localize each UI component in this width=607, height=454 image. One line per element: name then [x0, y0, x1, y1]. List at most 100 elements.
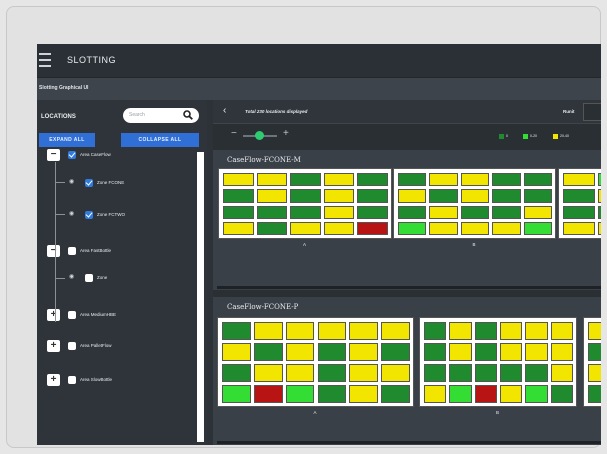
slot-location[interactable] [223, 189, 254, 203]
expand-icon[interactable]: + [47, 309, 60, 321]
slot-location[interactable] [429, 221, 458, 235]
back-chevron-icon[interactable]: ‹ [223, 105, 226, 116]
expand-icon[interactable]: + [47, 340, 60, 352]
slot-location[interactable] [256, 221, 288, 235]
slot-location[interactable] [588, 385, 601, 403]
slot-location[interactable] [588, 343, 601, 361]
slot-location[interactable] [357, 221, 388, 235]
slot-location[interactable] [290, 189, 321, 203]
slot-location[interactable] [323, 189, 355, 203]
slot-location[interactable] [492, 205, 521, 219]
slot-location[interactable] [424, 364, 447, 382]
slot-location[interactable] [525, 385, 548, 403]
tree-item[interactable]: − Area CaseFlow [37, 149, 197, 161]
slot-location[interactable] [357, 205, 388, 219]
slot-location[interactable] [492, 189, 521, 203]
slot-location[interactable] [523, 189, 552, 203]
slot-location[interactable] [550, 385, 573, 403]
slot-location[interactable] [357, 189, 388, 203]
slot-location[interactable] [222, 322, 251, 340]
slot-location[interactable] [550, 322, 573, 340]
slot-location[interactable] [449, 364, 472, 382]
slot-location[interactable] [290, 221, 321, 235]
slot-location[interactable] [525, 343, 548, 361]
slot-location[interactable] [460, 189, 490, 203]
slot-location[interactable] [285, 385, 315, 403]
slot-location[interactable] [290, 205, 321, 219]
slot-location[interactable] [357, 173, 388, 187]
tree-item[interactable]: + Area PalletFlow [37, 340, 197, 352]
slot-location[interactable] [563, 189, 595, 203]
slot-location[interactable] [317, 322, 347, 340]
slot-location[interactable] [500, 322, 523, 340]
slot-location[interactable] [349, 385, 379, 403]
slot-location[interactable] [323, 221, 355, 235]
slot-location[interactable] [525, 364, 548, 382]
slot-location[interactable] [424, 322, 447, 340]
slot-location[interactable] [563, 173, 595, 187]
slot-location[interactable] [253, 322, 283, 340]
slot-location[interactable] [597, 221, 601, 235]
collapse-icon[interactable]: − [47, 149, 60, 161]
checkbox[interactable] [68, 311, 76, 319]
collapse-icon[interactable]: − [47, 245, 60, 257]
slot-location[interactable] [474, 385, 497, 403]
slot-location[interactable] [223, 205, 254, 219]
slot-location[interactable] [500, 385, 523, 403]
slot-location[interactable] [429, 189, 458, 203]
slot-location[interactable] [223, 221, 254, 235]
slot-location[interactable] [381, 322, 410, 340]
slot-location[interactable] [222, 364, 251, 382]
slot-location[interactable] [597, 205, 601, 219]
slot-location[interactable] [317, 385, 347, 403]
slot-location[interactable] [256, 173, 288, 187]
slot-location[interactable] [253, 343, 283, 361]
tree-item[interactable]: ◉ Zone FCONE [37, 177, 197, 189]
slot-location[interactable] [424, 385, 447, 403]
slot-location[interactable] [398, 189, 427, 203]
slot-location[interactable] [597, 173, 601, 187]
slot-location[interactable] [424, 343, 447, 361]
slot-location[interactable] [317, 343, 347, 361]
slot-location[interactable] [381, 343, 410, 361]
slot-location[interactable] [290, 173, 321, 187]
checkbox[interactable] [68, 376, 76, 384]
slot-location[interactable] [317, 364, 347, 382]
slot-location[interactable] [381, 364, 410, 382]
checkbox[interactable] [85, 179, 93, 187]
slot-location[interactable] [256, 189, 288, 203]
checkbox[interactable] [68, 151, 76, 159]
slot-location[interactable] [222, 343, 251, 361]
slot-location[interactable] [523, 221, 552, 235]
slot-location[interactable] [449, 343, 472, 361]
slot-location[interactable] [349, 322, 379, 340]
slot-location[interactable] [398, 221, 427, 235]
slot-location[interactable] [500, 343, 523, 361]
zoom-in-icon[interactable]: + [283, 128, 289, 139]
eye-icon[interactable]: ◉ [69, 178, 79, 187]
checkbox[interactable] [68, 247, 76, 255]
slot-location[interactable] [474, 322, 497, 340]
slot-location[interactable] [381, 385, 410, 403]
slot-location[interactable] [523, 173, 552, 187]
slot-location[interactable] [588, 364, 601, 382]
slot-location[interactable] [460, 173, 490, 187]
menu-icon[interactable] [39, 53, 51, 67]
tree-item[interactable]: − Area FastBottle [37, 245, 197, 257]
slot-location[interactable] [449, 322, 472, 340]
slot-location[interactable] [550, 364, 573, 382]
slot-location[interactable] [474, 343, 497, 361]
slot-location[interactable] [256, 205, 288, 219]
eye-icon[interactable]: ◉ [69, 210, 79, 219]
slot-location[interactable] [492, 221, 521, 235]
slot-location[interactable] [223, 173, 254, 187]
zoom-slider-handle[interactable] [255, 131, 264, 140]
slot-location[interactable] [398, 205, 427, 219]
slot-location[interactable] [597, 189, 601, 203]
search-input[interactable]: Search [123, 108, 199, 123]
checkbox[interactable] [68, 342, 76, 350]
slot-location[interactable] [285, 364, 315, 382]
tree-item[interactable]: + Area SlowBottle [37, 374, 197, 386]
slot-location[interactable] [525, 322, 548, 340]
slot-location[interactable] [285, 343, 315, 361]
